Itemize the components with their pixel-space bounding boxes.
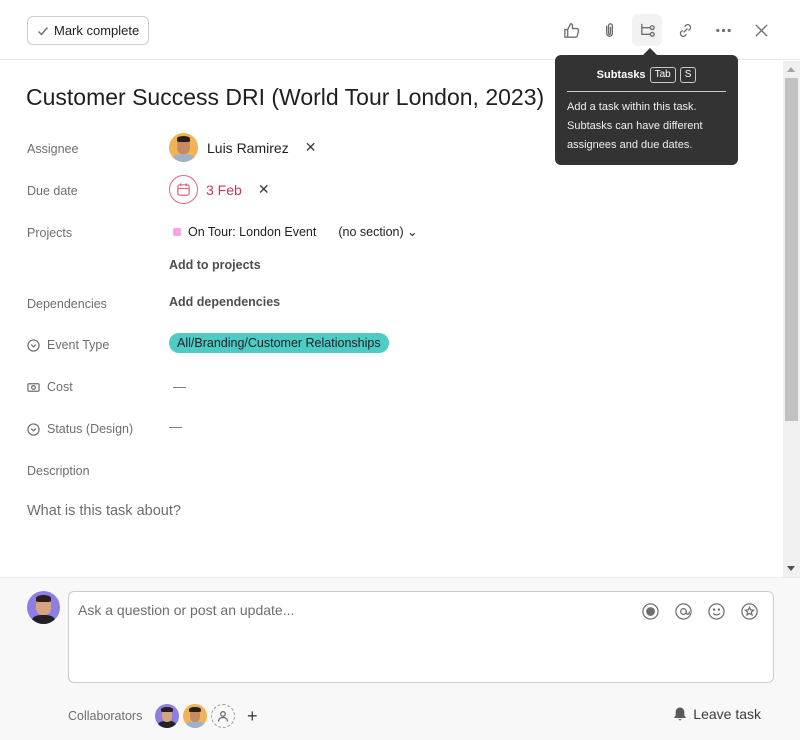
collaborator-avatar[interactable] — [183, 704, 207, 728]
mention-icon[interactable] — [674, 602, 693, 621]
assignee-label: Assignee — [27, 142, 79, 156]
attach-button[interactable] — [590, 14, 628, 46]
current-user-avatar — [27, 591, 60, 624]
scrollbar[interactable] — [783, 61, 800, 577]
comment-footer: Collaborators + Leave task — [0, 577, 800, 740]
dependencies-label: Dependencies — [27, 297, 107, 311]
avatar — [169, 133, 198, 162]
leave-task-label: Leave task — [693, 706, 761, 722]
comment-box[interactable] — [68, 591, 774, 683]
subtasks-icon — [640, 23, 655, 37]
section-dropdown[interactable]: (no section) ⌄ — [338, 224, 417, 239]
close-icon — [754, 23, 768, 37]
leave-task-button[interactable]: Leave task — [672, 706, 761, 722]
project-row: On Tour: London Event (no section) ⌄ — [169, 224, 418, 239]
description-label: Description — [27, 464, 90, 478]
tooltip-body: Add a task within this task. Subtasks ca… — [567, 101, 703, 151]
subtasks-tooltip: Subtasks Tab S Add a task within this ta… — [555, 48, 738, 165]
dropdown-field-icon — [27, 338, 40, 352]
copy-link-button[interactable] — [666, 14, 704, 46]
currency-field-icon — [27, 382, 40, 392]
close-button[interactable] — [742, 14, 780, 46]
attachment-icon — [605, 22, 613, 37]
plus-icon[interactable]: + — [247, 706, 258, 727]
shortcut-key: Tab — [649, 67, 676, 83]
like-icon — [563, 22, 579, 38]
add-collaborator-button[interactable] — [211, 704, 235, 728]
cost-label: Cost — [27, 380, 73, 394]
dropdown-field-icon — [27, 422, 40, 436]
tooltip-title: Subtasks — [596, 69, 646, 81]
chevron-down-icon: ⌄ — [407, 225, 418, 239]
status-design-value[interactable]: — — [169, 419, 182, 434]
mark-complete-label: Mark complete — [54, 23, 140, 38]
status-design-label: Status (Design) — [27, 422, 133, 436]
project-color-dot — [173, 227, 181, 236]
person-icon — [217, 711, 229, 722]
event-type-pill[interactable]: All/Branding/Customer Relationships — [169, 333, 389, 353]
like-button[interactable] — [552, 14, 590, 46]
remove-assignee-icon[interactable]: ✕ — [305, 139, 317, 156]
add-to-projects-link[interactable]: Add to projects — [169, 258, 261, 272]
comment-input[interactable] — [78, 602, 618, 618]
more-icon — [715, 28, 731, 32]
more-actions-button[interactable] — [704, 14, 742, 46]
add-dependencies-link[interactable]: Add dependencies — [169, 295, 280, 309]
collaborators-label: Collaborators — [68, 709, 143, 723]
emoji-icon[interactable] — [707, 602, 726, 621]
shortcut-key: S — [679, 67, 697, 83]
due-date-field[interactable]: 3 Feb ✕ — [169, 175, 270, 204]
mark-complete-button[interactable]: Mark complete — [27, 16, 150, 45]
appreciation-icon[interactable] — [740, 602, 759, 621]
calendar-icon — [177, 183, 190, 196]
cost-value[interactable]: — — [173, 379, 186, 394]
task-toolbar: Mark complete — [0, 0, 800, 60]
subtasks-button[interactable] — [632, 14, 662, 46]
assignee-name: Luis Ramirez — [207, 139, 289, 156]
link-icon — [679, 23, 691, 37]
scroll-down-arrow[interactable] — [787, 566, 795, 571]
record-icon[interactable] — [641, 602, 660, 621]
description-input[interactable]: What is this task about? — [27, 503, 181, 519]
collaborator-avatar[interactable] — [155, 704, 179, 728]
remove-due-date-icon[interactable]: ✕ — [258, 181, 270, 198]
projects-label: Projects — [27, 226, 73, 240]
assignee-field[interactable]: Luis Ramirez ✕ — [169, 133, 316, 162]
project-name[interactable]: On Tour: London Event — [188, 225, 316, 239]
bell-icon — [674, 707, 687, 721]
due-date-value: 3 Feb — [206, 181, 242, 198]
event-type-label: Event Type — [27, 338, 109, 352]
scroll-up-arrow[interactable] — [787, 67, 795, 72]
check-icon — [38, 26, 49, 36]
due-date-label: Due date — [27, 184, 78, 198]
task-title[interactable]: Customer Success DRI (World Tour London,… — [26, 84, 544, 111]
scrollbar-thumb[interactable] — [785, 78, 798, 421]
